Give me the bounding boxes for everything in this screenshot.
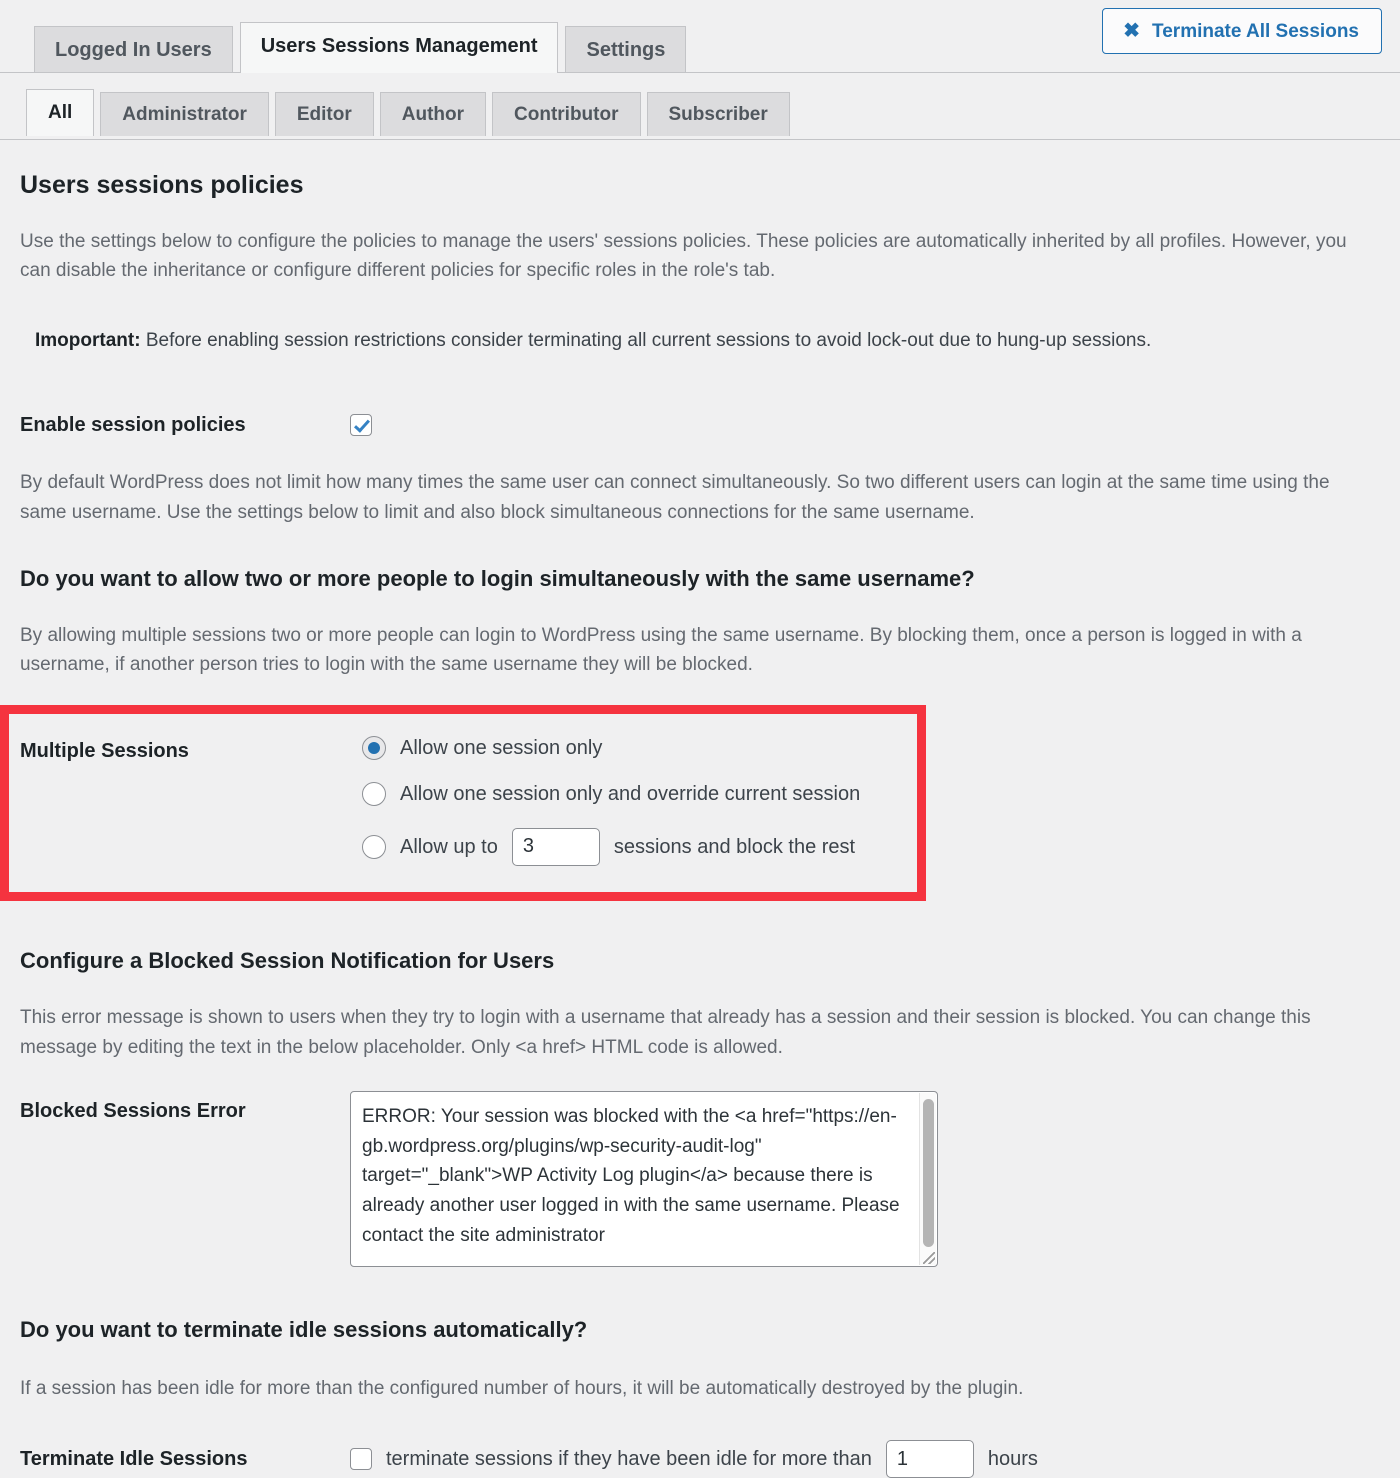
terminate-idle-sessions-inline[interactable]: terminate sessions if they have been idl… <box>350 1440 1380 1478</box>
blocked-sessions-error-label: Blocked Sessions Error <box>20 1100 246 1123</box>
radio-allow-one-session[interactable] <box>362 735 386 760</box>
multiple-sessions-question: Do you want to allow two or more people … <box>20 566 975 592</box>
enable-session-policies-label: Enable session policies <box>20 414 246 437</box>
role-tab-author[interactable]: Author <box>379 92 487 136</box>
important-note-label: Imoportant: <box>35 329 141 351</box>
allowed-sessions-input[interactable] <box>511 827 600 866</box>
multiple-sessions-options: Allow one session only Allow one session… <box>362 735 917 866</box>
close-x-icon: ✖ <box>1123 20 1141 42</box>
terminate-all-sessions-label: Terminate All Sessions <box>1152 20 1359 42</box>
radio-option-allow-up-to[interactable]: Allow up to sessions and block the rest <box>362 827 917 866</box>
textarea-scrollbar-thumb[interactable] <box>923 1099 934 1248</box>
radio-allow-up-to[interactable] <box>362 834 386 859</box>
primary-tab-list: Logged In Users Users Sessions Managemen… <box>34 22 693 73</box>
blocked-notification-question: Configure a Blocked Session Notification… <box>20 947 555 973</box>
role-tab-all[interactable]: All <box>26 89 95 136</box>
terminate-idle-sessions-text-before: terminate sessions if they have been idl… <box>386 1448 872 1471</box>
radio-option-allow-one-override[interactable]: Allow one session only and override curr… <box>362 781 917 806</box>
settings-panel: Users sessions policies Use the settings… <box>0 139 1400 1478</box>
multiple-sessions-description: By allowing multiple sessions two or mor… <box>20 624 1302 676</box>
blocked-sessions-error-textarea[interactable]: ERROR: Your session was blocked with the… <box>350 1091 938 1268</box>
radio-allow-one-session-override[interactable] <box>362 781 386 806</box>
textarea-scrollbar[interactable] <box>919 1093 936 1266</box>
role-tab-editor[interactable]: Editor <box>274 92 374 136</box>
enable-session-policies-checkbox[interactable] <box>350 414 372 437</box>
terminate-all-sessions-button[interactable]: ✖ Terminate All Sessions <box>1102 8 1382 54</box>
top-divider <box>0 72 1400 73</box>
role-tab-list: All Administrator Editor Author Contribu… <box>26 89 796 136</box>
radio-allow-one-session-label: Allow one session only <box>400 736 603 759</box>
tab-logged-in-users[interactable]: Logged In Users <box>34 26 233 72</box>
important-note-text: Before enabling session restrictions con… <box>145 329 1152 351</box>
blocked-notification-description: This error message is shown to users whe… <box>20 1007 1311 1058</box>
top-bar: Logged In Users Users Sessions Managemen… <box>0 0 1400 73</box>
blocked-sessions-error-textarea-wrap: ERROR: Your session was blocked with the… <box>350 1091 938 1268</box>
multiple-sessions-label: Multiple Sessions <box>20 739 189 762</box>
radio-option-allow-one-session[interactable]: Allow one session only <box>362 735 917 760</box>
terminate-idle-sessions-checkbox[interactable] <box>350 1448 372 1471</box>
terminate-idle-sessions-text-after: hours <box>987 1448 1038 1471</box>
multiple-sessions-highlight: Multiple Sessions Allow one session only… <box>0 704 926 901</box>
multiple-sessions-row: Multiple Sessions Allow one session only… <box>9 735 917 866</box>
terminate-idle-sessions-row: Terminate Idle Sessions terminate sessio… <box>20 1440 1380 1478</box>
blocked-sessions-error-row: Blocked Sessions Error ERROR: Your sessi… <box>20 1091 1380 1268</box>
role-tab-subscriber[interactable]: Subscriber <box>646 92 790 136</box>
tab-settings[interactable]: Settings <box>565 26 687 72</box>
enable-session-policies-row: Enable session policies <box>20 412 1380 438</box>
idle-sessions-question: Do you want to terminate idle sessions a… <box>20 1317 588 1343</box>
terminate-idle-sessions-control: terminate sessions if they have been idl… <box>350 1440 1380 1478</box>
enable-session-policies-control <box>350 414 1380 437</box>
radio-allow-up-to-suffix: sessions and block the rest <box>613 835 856 858</box>
terminate-idle-sessions-label: Terminate Idle Sessions <box>20 1448 248 1471</box>
blocked-sessions-error-control: ERROR: Your session was blocked with the… <box>350 1091 1380 1268</box>
policies-intro-text: Use the settings below to configure the … <box>20 231 1347 282</box>
radio-allow-up-to-label: Allow up to <box>400 835 498 858</box>
idle-hours-input[interactable] <box>885 1440 974 1478</box>
role-tab-administrator[interactable]: Administrator <box>100 92 269 136</box>
important-note: Imoportant: Before enabling session rest… <box>20 327 1380 356</box>
textarea-resize-handle[interactable] <box>923 1252 935 1265</box>
page-title: Users sessions policies <box>20 171 304 199</box>
idle-sessions-description: If a session has been idle for more than… <box>20 1377 1024 1399</box>
enable-session-policies-description: By default WordPress does not limit how … <box>20 472 1330 523</box>
tab-users-sessions-management[interactable]: Users Sessions Management <box>239 22 559 73</box>
role-tab-contributor[interactable]: Contributor <box>492 92 641 136</box>
radio-allow-one-session-override-label: Allow one session only and override curr… <box>400 782 861 805</box>
